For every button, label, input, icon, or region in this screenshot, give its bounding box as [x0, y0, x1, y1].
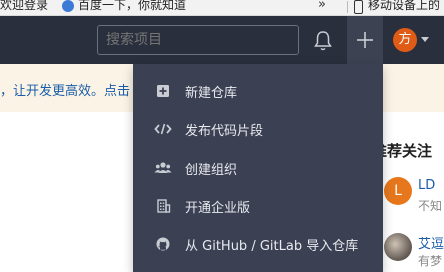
menu-item-publish-snippet[interactable]: 发布代码片段	[133, 111, 383, 148]
menu-item-label: 创建组织	[185, 163, 238, 178]
banner-text[interactable]: ，让开发更高效。点击	[0, 80, 130, 99]
users-icon	[154, 162, 172, 173]
bookmark-item-login[interactable]: 欢迎登录	[0, 0, 48, 13]
bookmarks-bar: 欢迎登录 百度一下，你就知道 » 移动设备上的	[0, 0, 444, 16]
create-dropdown-menu: 新建仓库 发布代码片段 创建组织 开通企业版 从 GitHub / GitLab…	[133, 64, 383, 272]
mobile-device-icon	[354, 0, 363, 14]
menu-item-import-repo[interactable]: 从 GitHub / GitLab 导入仓库	[133, 226, 383, 263]
bookmark-item-mobile[interactable]: 移动设备上的	[368, 0, 440, 13]
menu-item-new-repo[interactable]: 新建仓库	[133, 73, 383, 110]
user-name-ld[interactable]: LD	[418, 178, 435, 193]
globe-icon	[62, 0, 74, 12]
bookmarks-more-chevron-icon[interactable]: »	[318, 0, 326, 13]
user-desc-aidou: 有梦	[418, 254, 443, 268]
user-name-aidou[interactable]: 艾逗	[418, 233, 444, 252]
user-desc-ld: 不知	[418, 199, 443, 213]
menu-item-create-org[interactable]: 创建组织	[133, 150, 383, 187]
user-avatar-photo[interactable]	[384, 233, 412, 261]
menu-item-label: 发布代码片段	[185, 124, 264, 139]
bookmarks-divider	[347, 1, 348, 13]
bell-icon[interactable]	[313, 30, 333, 52]
plus-icon	[357, 32, 373, 48]
plus-square-icon	[157, 85, 169, 97]
building-icon	[157, 199, 171, 213]
github-icon	[156, 237, 170, 251]
user-avatar[interactable]: 方	[393, 28, 417, 52]
bookmark-item-baidu[interactable]: 百度一下，你就知道	[78, 0, 186, 13]
user-avatar-ld[interactable]: L	[384, 177, 412, 205]
menu-item-label: 从 GitHub / GitLab 导入仓库	[185, 239, 359, 254]
search-input[interactable]	[97, 25, 299, 55]
menu-item-enterprise[interactable]: 开通企业版	[133, 188, 383, 225]
menu-item-label: 开通企业版	[185, 201, 251, 216]
menu-item-label: 新建仓库	[185, 86, 238, 101]
code-icon	[154, 123, 172, 135]
create-new-button[interactable]	[347, 16, 383, 64]
avatar-caret-down-icon[interactable]	[421, 37, 429, 42]
